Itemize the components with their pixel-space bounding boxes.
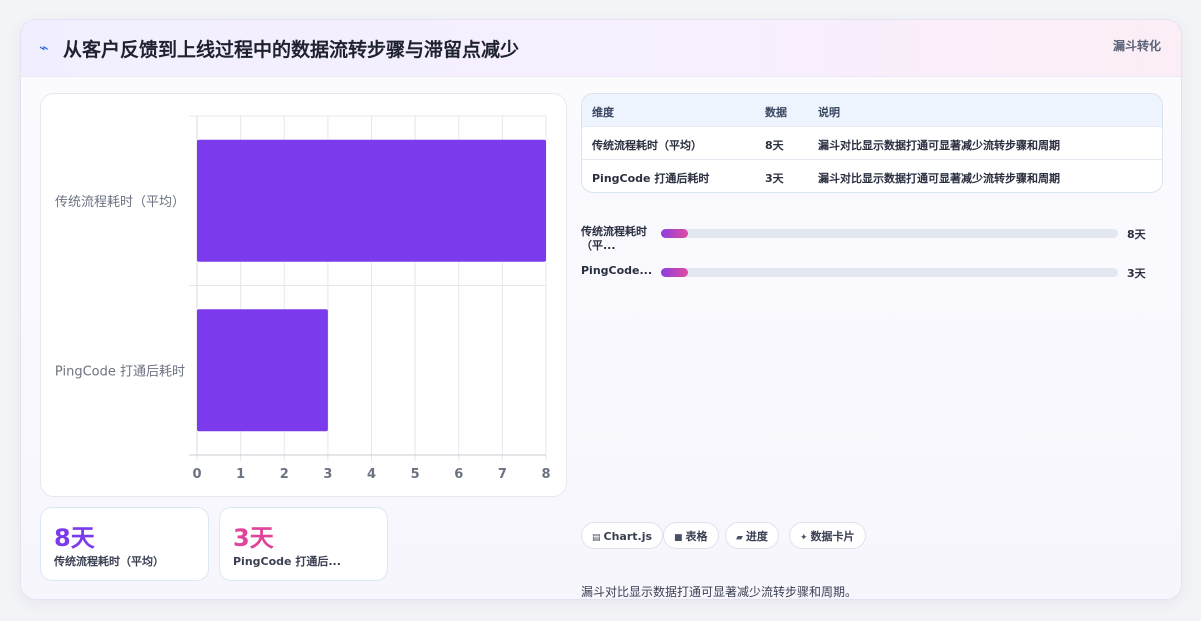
- bar-chart: 0 1 2 3 4 5 6 7 8 传统流程耗时（平均） PingCode 打通后耗时: [55, 115, 551, 482]
- stat-label: 传统流程耗时（平均）: [54, 555, 164, 568]
- stat-value: 3天: [233, 524, 274, 552]
- x-tick-label: 6: [454, 467, 463, 482]
- chart-icon: ▤: [592, 533, 601, 543]
- progress-track: [661, 229, 1118, 238]
- page-title: 从客户反馈到上线过程中的数据流转步骤与滞留点减少: [63, 39, 520, 61]
- table-header-cell: 说明: [818, 106, 840, 119]
- stat-card-pingcode: 3天 PingCode 打通后...: [219, 507, 388, 581]
- table-cell: 漏斗对比显示数据打通可显著减少流转步骤和周期: [818, 172, 1060, 185]
- progress-track: [661, 268, 1118, 277]
- progress-label: PingCode...: [581, 264, 653, 277]
- progress-icon: ▰: [736, 533, 743, 543]
- bar: [197, 309, 328, 432]
- progress-label: 传统流程耗时（平...: [581, 225, 647, 252]
- pill-label: Chart.js: [603, 530, 653, 543]
- data-table: 维度 数据 说明 传统流程耗时（平均） 8天 漏斗对比显示数据打通可显著减少流转…: [581, 93, 1163, 193]
- x-tick-label: 4: [367, 467, 376, 482]
- table-cell: 3天: [765, 172, 784, 185]
- pill-data-card[interactable]: ✦ 数据卡片: [789, 522, 866, 549]
- category-label: 传统流程耗时（平均）: [55, 195, 185, 210]
- x-tick-label: 5: [411, 467, 420, 482]
- card-body: 0 1 2 3 4 5 6 7 8 传统流程耗时（平均） PingCode 打通后耗时 8天 传统流…: [21, 77, 1181, 599]
- summary-note: 漏斗对比显示数据打通可显著减少流转步骤和周期。: [581, 585, 858, 599]
- x-tick-label: 2: [280, 467, 289, 482]
- progress-row-pingcode: PingCode... 3天: [581, 264, 1161, 294]
- stat-card-traditional: 8天 传统流程耗时（平均）: [40, 507, 209, 581]
- table-cell: 传统流程耗时（平均）: [592, 139, 702, 152]
- pill-label: 表格: [685, 530, 708, 543]
- table-header-row: 维度 数据 说明: [582, 94, 1162, 127]
- bar: [197, 139, 546, 262]
- table-header-cell: 数据: [765, 106, 787, 119]
- x-tick-label: 7: [498, 467, 507, 482]
- progress-fill: [661, 268, 689, 277]
- pill-chartjs[interactable]: ▤ Chart.js: [581, 522, 664, 549]
- pill-table[interactable]: ■ 表格: [663, 522, 719, 549]
- category-label: PingCode 打通后耗时: [55, 364, 185, 379]
- table-cell: 8天: [765, 139, 784, 152]
- stat-value: 8天: [54, 524, 95, 552]
- table-cell: PingCode 打通后耗时: [592, 172, 710, 185]
- card-header: ⌁ 从客户反馈到上线过程中的数据流转步骤与滞留点减少 漏斗转化: [21, 20, 1181, 77]
- x-tick-label: 1: [236, 467, 245, 482]
- progress-fill: [661, 229, 689, 238]
- dashboard-card: ⌁ 从客户反馈到上线过程中的数据流转步骤与滞留点减少 漏斗转化 0 1 2 3 4 5 6 7…: [20, 19, 1182, 600]
- bar-chart-panel: 0 1 2 3 4 5 6 7 8 传统流程耗时（平均） PingCode 打通后耗时: [40, 93, 567, 497]
- table-cell: 漏斗对比显示数据打通可显著减少流转步骤和周期: [818, 139, 1060, 152]
- table-header-cell: 维度: [592, 106, 614, 119]
- pill-progress[interactable]: ▰ 进度: [725, 522, 779, 549]
- category-tag: 漏斗转化: [1112, 39, 1161, 53]
- progress-row-traditional: 传统流程耗时（平... 8天: [581, 225, 1161, 255]
- pill-label: 进度: [745, 530, 768, 543]
- table-row: 传统流程耗时（平均） 8天 漏斗对比显示数据打通可显著减少流转步骤和周期: [582, 127, 1162, 160]
- pill-label: 数据卡片: [810, 530, 855, 543]
- x-tick-label: 0: [192, 467, 201, 482]
- progress-value: 8天: [1127, 228, 1146, 241]
- x-tick-label: 8: [541, 467, 550, 482]
- table-icon: ■: [674, 533, 683, 543]
- x-tick-label: 3: [323, 467, 332, 482]
- sparkle-icon: ✦: [800, 533, 808, 543]
- table-row: PingCode 打通后耗时 3天 漏斗对比显示数据打通可显著减少流转步骤和周期: [582, 160, 1162, 192]
- line-chart-icon: ⌁: [39, 38, 49, 57]
- stat-label: PingCode 打通后...: [233, 555, 341, 568]
- progress-value: 3天: [1127, 267, 1146, 280]
